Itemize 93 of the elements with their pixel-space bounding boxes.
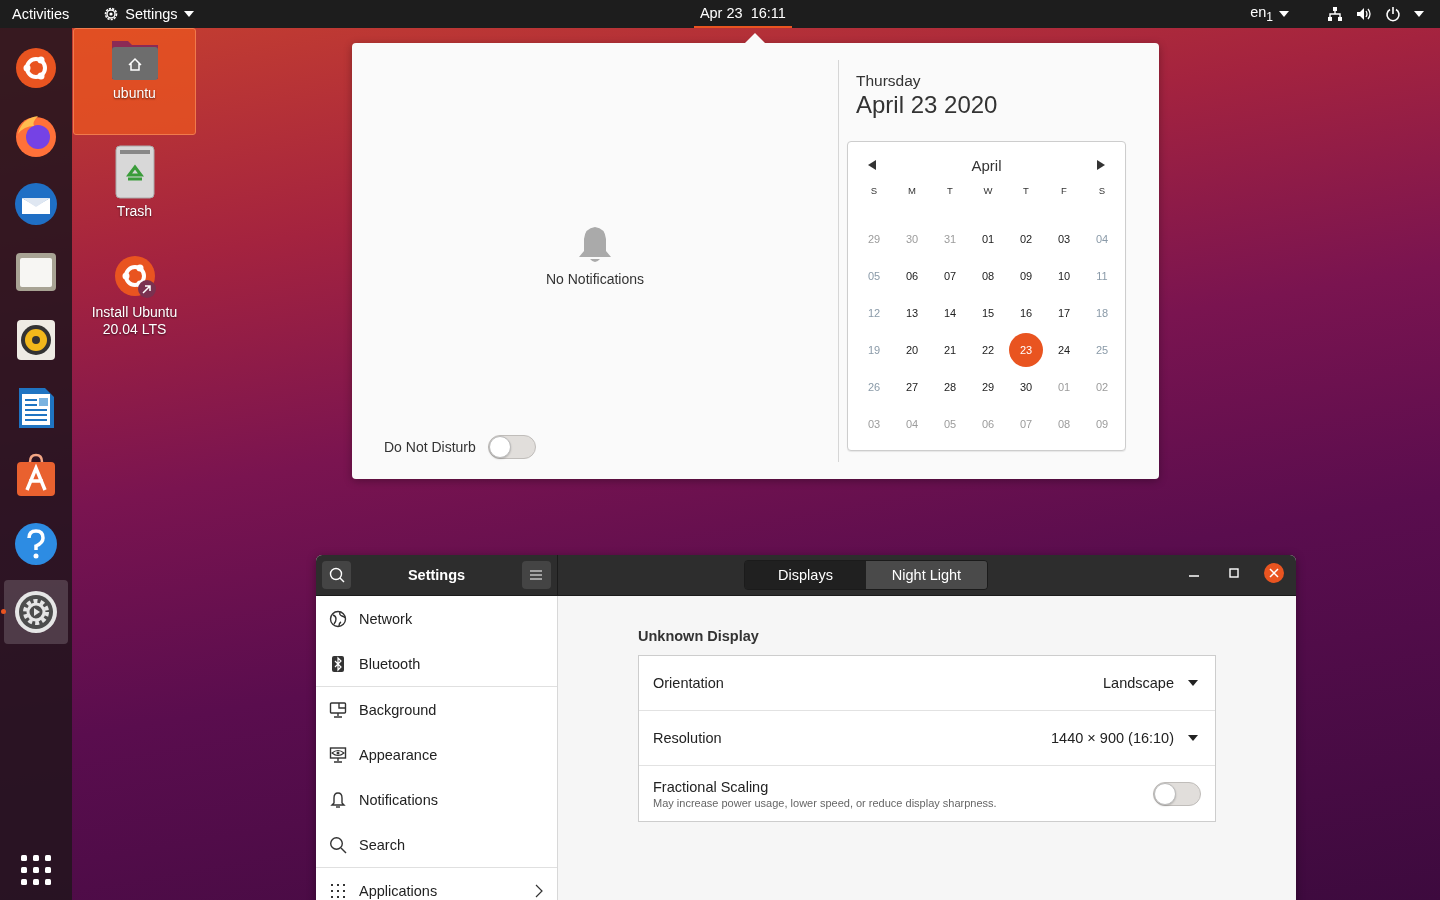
caret-icon — [183, 11, 194, 17]
minimize-icon — [1189, 575, 1199, 577]
calendar-day[interactable]: 15 — [971, 295, 1005, 330]
monitor-eye-icon — [329, 745, 347, 764]
weekday-header: S — [1097, 184, 1107, 198]
sidebar-item[interactable]: Search — [316, 822, 557, 867]
next-month-icon[interactable] — [1097, 160, 1105, 170]
date-heading: April 23 2020 — [856, 91, 999, 119]
dropdown[interactable]: 1440 × 900 (16:10) — [1051, 730, 1201, 746]
grid-icon — [329, 881, 347, 900]
monitor-icon — [329, 700, 347, 719]
dropdown-caret-icon — [1188, 735, 1198, 741]
sidebar-item[interactable]: Applications — [316, 868, 557, 900]
calendar-day[interactable]: 13 — [895, 295, 929, 330]
weekday-header: T — [1022, 184, 1030, 198]
settings-icon[interactable] — [12, 588, 60, 636]
activities-button[interactable]: Activities — [4, 0, 78, 28]
clock-button[interactable]: Apr 23 16:11 — [693, 0, 792, 28]
calendar-day[interactable]: 22 — [971, 332, 1005, 367]
weekday-header: W — [982, 184, 994, 198]
calendar-day[interactable]: 10 — [1047, 258, 1081, 293]
toggle-switch[interactable] — [1153, 781, 1201, 806]
caret-icon — [1279, 11, 1289, 17]
calendar-day[interactable]: 20 — [895, 332, 929, 367]
do-not-disturb-switch[interactable] — [487, 435, 536, 459]
weekday-header: F — [1060, 184, 1068, 198]
calendar-day[interactable]: 09 — [1009, 258, 1043, 293]
dropdown[interactable]: Landscape — [1103, 675, 1201, 691]
gear-icon — [103, 6, 120, 22]
menu-button[interactable] — [522, 561, 551, 589]
row-label: Resolution — [653, 730, 722, 746]
calendar-day[interactable]: 07 — [933, 258, 967, 293]
bell-icon — [577, 225, 613, 263]
calendar-day[interactable]: 29 — [971, 369, 1005, 404]
bell-icon — [329, 790, 347, 809]
calendar-day[interactable]: 30 — [1009, 369, 1043, 404]
network-icon — [1327, 6, 1343, 22]
mail-icon[interactable] — [12, 180, 60, 228]
calendar-day[interactable]: 08 — [971, 258, 1005, 293]
app-menu[interactable]: Settings — [95, 0, 202, 28]
menu-icon — [530, 570, 543, 580]
caret-icon — [1414, 11, 1424, 17]
calendar-day[interactable]: 01 — [971, 221, 1005, 256]
running-indicator — [1, 609, 6, 614]
weekday-label: Thursday — [856, 72, 922, 90]
tab[interactable]: Displays — [745, 561, 866, 589]
calendar-day[interactable]: 23 — [1009, 332, 1043, 367]
calendar-day[interactable]: 24 — [1047, 332, 1081, 367]
calendar-day[interactable]: 21 — [933, 332, 967, 367]
calendar-day[interactable]: 16 — [1009, 295, 1043, 330]
close-button[interactable] — [1264, 563, 1284, 583]
keyboard-layout-menu[interactable]: en$_{1}$ — [1242, 0, 1297, 28]
globe-icon — [329, 609, 347, 628]
close-icon — [1269, 568, 1279, 578]
calendar-day[interactable]: 17 — [1047, 295, 1081, 330]
tab[interactable]: Night Light — [866, 561, 987, 589]
icon-label: ubuntu — [112, 85, 157, 102]
power-icon — [1385, 6, 1401, 22]
dnd-label: Do Not Disturb — [384, 439, 476, 455]
icon-label: Trash — [115, 203, 154, 220]
calendar-day[interactable]: 06 — [895, 258, 929, 293]
sidebar-item[interactable]: Appearance — [316, 732, 557, 777]
icon-label: Install Ubuntu 20.04 LTS — [90, 304, 179, 338]
calendar-day[interactable]: 28 — [933, 369, 967, 404]
trash-icon[interactable] — [114, 145, 155, 199]
app-grid-icon[interactable] — [20, 854, 52, 886]
sidebar-item[interactable]: Bluetooth — [316, 641, 557, 686]
sidebar-item[interactable]: Notifications — [316, 777, 557, 822]
sidebar-item[interactable]: Background — [316, 687, 557, 732]
row-description: May increase power usage, lower speed, or reduce display sharpness. — [653, 796, 997, 809]
weekday-header: T — [946, 184, 954, 198]
window-title: Settings — [407, 567, 466, 583]
row-label: Orientation — [653, 675, 724, 691]
previous-month-icon[interactable] — [868, 160, 876, 170]
section-heading: Unknown Display — [638, 628, 760, 644]
calendar-day[interactable]: 27 — [895, 369, 929, 404]
empty-message: No Notifications — [545, 271, 644, 287]
calendar-day[interactable]: 02 — [1009, 221, 1043, 256]
month-label: April — [971, 156, 1002, 174]
search-icon — [328, 567, 345, 583]
dropdown-caret-icon — [1188, 680, 1198, 686]
bluetooth-icon — [329, 654, 347, 673]
volume-icon — [1356, 6, 1372, 22]
search-icon — [329, 835, 347, 854]
calendar-day[interactable]: 03 — [1047, 221, 1081, 256]
maximize-icon — [1229, 568, 1239, 578]
search-button[interactable] — [322, 561, 351, 589]
weekday-header: S — [869, 184, 879, 198]
weekday-header: M — [907, 184, 917, 198]
help-icon[interactable] — [12, 520, 60, 568]
row-label: Fractional Scaling — [653, 778, 770, 795]
calendar-day[interactable]: 14 — [933, 295, 967, 330]
sidebar-item[interactable]: Network — [316, 596, 557, 641]
